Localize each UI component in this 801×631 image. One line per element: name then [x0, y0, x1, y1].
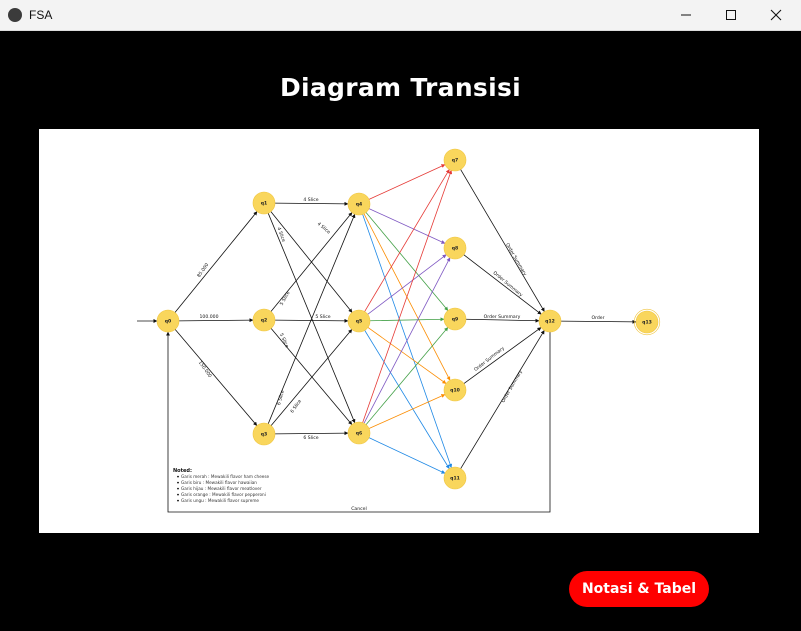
notes-item: Garis orange : Mewakili flavor pepperoni [181, 492, 266, 497]
transition-diagram: 85.000 100.000 150.000 4 Slice 4 Slice 4 Slic… [39, 129, 759, 533]
label-q2-q4: 5 Slice [279, 290, 292, 306]
state-label-q6: q6 [356, 431, 363, 437]
edge-q5-q9 [369, 317, 445, 322]
label-cancel: Cancel [351, 506, 367, 512]
page-title: Diagram Transisi [279, 73, 522, 102]
window-title: FSA [29, 8, 53, 22]
label-q9-q12: Order Summary [484, 314, 521, 320]
state-label-q4: q4 [356, 202, 363, 208]
edge-q5-q7 [364, 169, 450, 312]
edge-q5-q11 [364, 330, 450, 469]
state-label-q0: q0 [165, 319, 172, 325]
edge-q12-q13 [560, 319, 637, 324]
state-label-q5: q5 [356, 319, 363, 325]
state-label-q10: q10 [450, 388, 460, 394]
label-q11-q12: Order Summary [500, 369, 524, 404]
state-label-q1: q1 [261, 201, 268, 207]
label-q3-q6: 6 Slice [303, 435, 318, 441]
edge-q1-q4 [274, 201, 349, 206]
label-q7-q12: Order Summary [504, 242, 528, 277]
state-label-q12: q12 [545, 319, 555, 325]
notes-item: Garis hijau : Mewakili flavor meatlover [181, 486, 262, 491]
state-label-q8: q8 [452, 246, 459, 252]
state-label-q11: q11 [450, 476, 460, 482]
label-q2-q5: 5 Slice [315, 314, 330, 320]
notes-bullet [177, 481, 179, 484]
close-icon[interactable] [753, 0, 799, 30]
state-label-q2: q2 [261, 318, 268, 324]
state-label-q9: q9 [452, 317, 459, 323]
kivy-icon [8, 8, 22, 22]
edge-q4-q7 [368, 164, 446, 200]
edge-q0-q1 [174, 211, 258, 313]
title-bar: FSA [0, 0, 801, 31]
state-label-q3: q3 [261, 432, 268, 438]
maximize-icon[interactable] [708, 0, 754, 30]
edge-q0-q2 [178, 318, 254, 323]
label-q8-q12: Order Summary [492, 270, 524, 298]
label-q0-q2: 100.000 [200, 314, 219, 320]
label-q2-q6: 5 Slice [278, 332, 290, 348]
notes-bullet [177, 475, 179, 478]
edge-q2-q5 [274, 318, 349, 323]
label-q12-q13: Order [591, 315, 604, 321]
label-q1-q4: 4 Slice [303, 197, 318, 203]
fsa-diagram-svg: 85.000100.000150.0004 Slice4 Slice 4 Slic… [137, 148, 661, 513]
notes-bullet [177, 493, 179, 496]
state-label-q7: q7 [452, 158, 459, 164]
edge-q4-q8 [368, 208, 446, 244]
notes-item: Garis merah : Mewakili flavor ham cheese [181, 474, 270, 479]
edge-q3-q6 [274, 431, 349, 436]
label-q1-q6: 4 Slice [316, 221, 332, 235]
notes-item: Garis ungu : Mewakili flavor supreme [181, 498, 259, 503]
edge-q6-q7 [362, 169, 453, 423]
label-q0-q1: 85.000 [196, 262, 210, 279]
label-q0-q3: 150.000 [197, 360, 213, 379]
edge-q7-q12 [460, 169, 545, 312]
label-q3-q5: 6 Slice [289, 398, 303, 414]
label-q3-q4: 6 Slice [276, 389, 286, 405]
edge-q0-q3 [174, 329, 258, 426]
notasi-tabel-button[interactable]: Notasi & Tabel [569, 571, 709, 607]
state-label-q13: q13 [642, 320, 652, 326]
notes-item: Garis biru : Mewakili flavor hawaiian [181, 480, 257, 485]
label-q10-q12: Order Summary [473, 345, 506, 373]
notes-bullet [177, 499, 179, 502]
notes-bullet [177, 487, 179, 490]
edge-q8-q12 [463, 254, 542, 315]
minimize-icon[interactable] [663, 0, 709, 30]
